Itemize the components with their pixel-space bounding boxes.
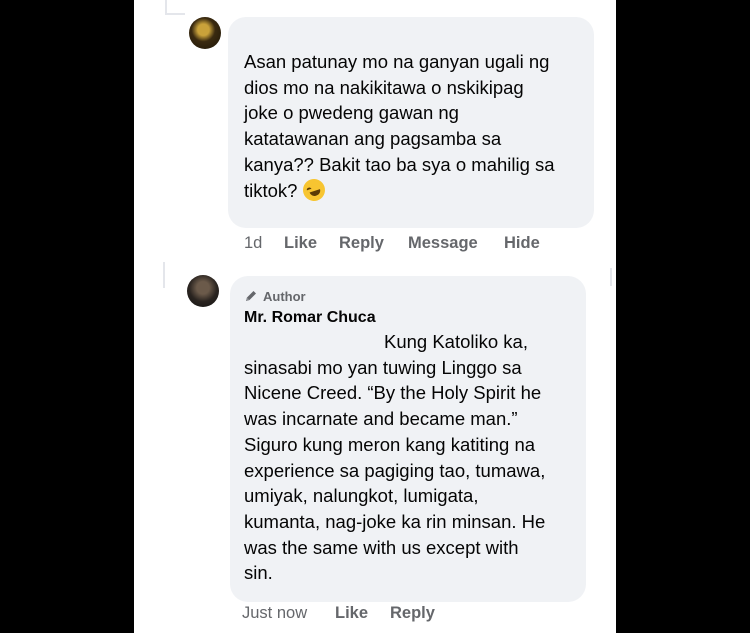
comment-bubble: Author Mr. Romar Chuca Kung Katoliko ka,… (230, 276, 586, 602)
commenter-name[interactable]: Mr. Romar Chuca (244, 309, 572, 329)
comment-actions: 1d Like Reply Message Hide (244, 234, 540, 253)
redacted-mention (244, 335, 384, 349)
message-button[interactable]: Message (408, 234, 504, 253)
reply-button[interactable]: Reply (390, 604, 435, 623)
scrollbar-thumb[interactable] (610, 268, 612, 286)
comment-actions: Just now Like Reply (242, 604, 435, 623)
comment-bubble: Asan patunay mo na ganyan ugali ng dios … (228, 17, 594, 228)
reply-button[interactable]: Reply (339, 234, 408, 253)
comment-timestamp[interactable]: Just now (242, 604, 335, 623)
comment-text: Kung Katoliko ka, sinasabi mo yan tuwing… (244, 331, 546, 584)
hide-button[interactable]: Hide (504, 234, 540, 253)
pencil-icon (246, 291, 256, 301)
rofl-emoji-icon (299, 175, 328, 204)
thread-connector (165, 13, 185, 15)
comment-thread: Asan patunay mo na ganyan ugali ng dios … (134, 0, 616, 633)
avatar[interactable] (189, 17, 221, 49)
like-button[interactable]: Like (284, 234, 339, 253)
author-badge-label: Author (263, 288, 306, 304)
like-button[interactable]: Like (335, 604, 390, 623)
comment-timestamp[interactable]: 1d (244, 234, 284, 253)
comment-text: Asan patunay mo na ganyan ugali ng dios … (244, 51, 555, 201)
avatar[interactable] (187, 275, 219, 307)
thread-connector (163, 262, 165, 288)
author-badge: Author (244, 287, 572, 305)
